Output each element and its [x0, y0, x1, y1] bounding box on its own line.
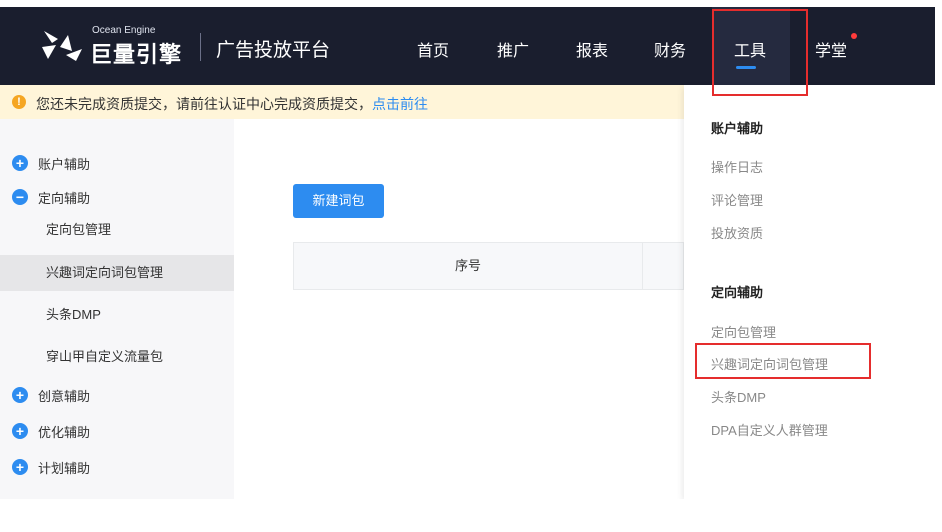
sidebar-group-plan[interactable]: + 计划辅助 — [12, 457, 90, 477]
new-keyword-package-button[interactable]: 新建词包 — [293, 184, 384, 218]
sidebar-item-targeting-package[interactable]: 定向包管理 — [0, 212, 234, 248]
sidebar-group-label: 创意辅助 — [38, 388, 91, 404]
sidebar-group-optimization[interactable]: + 优化辅助 — [12, 421, 90, 441]
main-content: 新建词包 序号 — [234, 119, 684, 499]
nav-active-indicator — [736, 66, 756, 69]
nav-tools[interactable]: 工具 — [734, 37, 766, 61]
sidebar-item-pangle-traffic-package[interactable]: 穿山甲自定义流量包 — [0, 339, 234, 375]
warning-icon: ! — [12, 95, 26, 109]
sidebar-group-targeting[interactable]: − 定向辅助 — [12, 187, 90, 207]
tools-dropdown-menu: 账户辅助 操作日志 评论管理 投放资质 定向辅助 定向包管理 兴趣词定向词包管理… — [684, 85, 935, 499]
dropdown-item-operation-log[interactable]: 操作日志 — [711, 157, 763, 176]
sidebar-item-interest-keyword-package[interactable]: 兴趣词定向词包管理 — [0, 255, 234, 291]
plus-circle-icon: + — [12, 387, 28, 403]
dropdown-item-toutiao-dmp[interactable]: 头条DMP — [711, 387, 766, 406]
dropdown-item-comment-management[interactable]: 评论管理 — [711, 190, 763, 209]
plus-circle-icon: + — [12, 459, 28, 475]
minus-circle-icon: − — [12, 189, 28, 205]
platform-title: 广告投放平台 — [216, 40, 331, 61]
dropdown-section-title: 账户辅助 — [711, 121, 764, 136]
notice-go-link[interactable]: 点击前往 — [372, 96, 428, 112]
brand-chinese-name: 巨量引擎 — [90, 42, 183, 67]
top-navbar: Ocean Engine 巨量引擎 广告投放平台 首页 推广 报表 财务 工具 … — [0, 7, 935, 85]
sidebar-item-toutiao-dmp[interactable]: 头条DMP — [0, 297, 234, 333]
sidebar-group-account[interactable]: + 账户辅助 — [12, 153, 90, 173]
dropdown-section-title: 定向辅助 — [711, 285, 764, 300]
screenshot-frame: Ocean Engine 巨量引擎 广告投放平台 首页 推广 报表 财务 工具 … — [0, 0, 942, 532]
nav-finance[interactable]: 财务 — [654, 37, 686, 61]
sidebar-group-label: 计划辅助 — [38, 460, 91, 476]
plus-circle-icon: + — [12, 423, 28, 439]
notification-dot — [851, 33, 857, 39]
sidebar-group-label: 定向辅助 — [38, 190, 91, 206]
dropdown-item-dpa-custom-audience[interactable]: DPA自定义人群管理 — [711, 420, 828, 439]
brand-english-name: Ocean Engine — [92, 25, 156, 36]
dropdown-item-targeting-package[interactable]: 定向包管理 — [711, 322, 776, 341]
sidebar-group-creative[interactable]: + 创意辅助 — [12, 385, 90, 405]
plus-circle-icon: + — [12, 155, 28, 171]
dropdown-item-ad-qualification[interactable]: 投放资质 — [711, 223, 763, 242]
table-header: 序号 — [293, 242, 684, 290]
nav-academy[interactable]: 学堂 — [815, 37, 847, 61]
column-header-index: 序号 — [294, 243, 643, 289]
ocean-engine-logo-icon — [42, 31, 82, 61]
sidebar-menu: + 账户辅助 − 定向辅助 定向包管理 兴趣词定向词包管理 头条DMP 穿山甲自… — [0, 119, 234, 499]
sidebar-group-label: 优化辅助 — [38, 424, 91, 440]
dropdown-item-interest-keyword-package[interactable]: 兴趣词定向词包管理 — [711, 354, 828, 373]
brand-divider — [200, 33, 201, 61]
nav-home[interactable]: 首页 — [417, 37, 449, 61]
app-window: Ocean Engine 巨量引擎 广告投放平台 首页 推广 报表 财务 工具 … — [0, 7, 935, 499]
notice-text: 您还未完成资质提交，请前往认证中心完成资质提交， — [36, 96, 372, 112]
nav-promotion[interactable]: 推广 — [497, 37, 529, 61]
sidebar-group-label: 账户辅助 — [38, 156, 91, 172]
nav-reports[interactable]: 报表 — [576, 37, 608, 61]
notice-message: 您还未完成资质提交，请前往认证中心完成资质提交，点击前往 — [36, 94, 428, 114]
